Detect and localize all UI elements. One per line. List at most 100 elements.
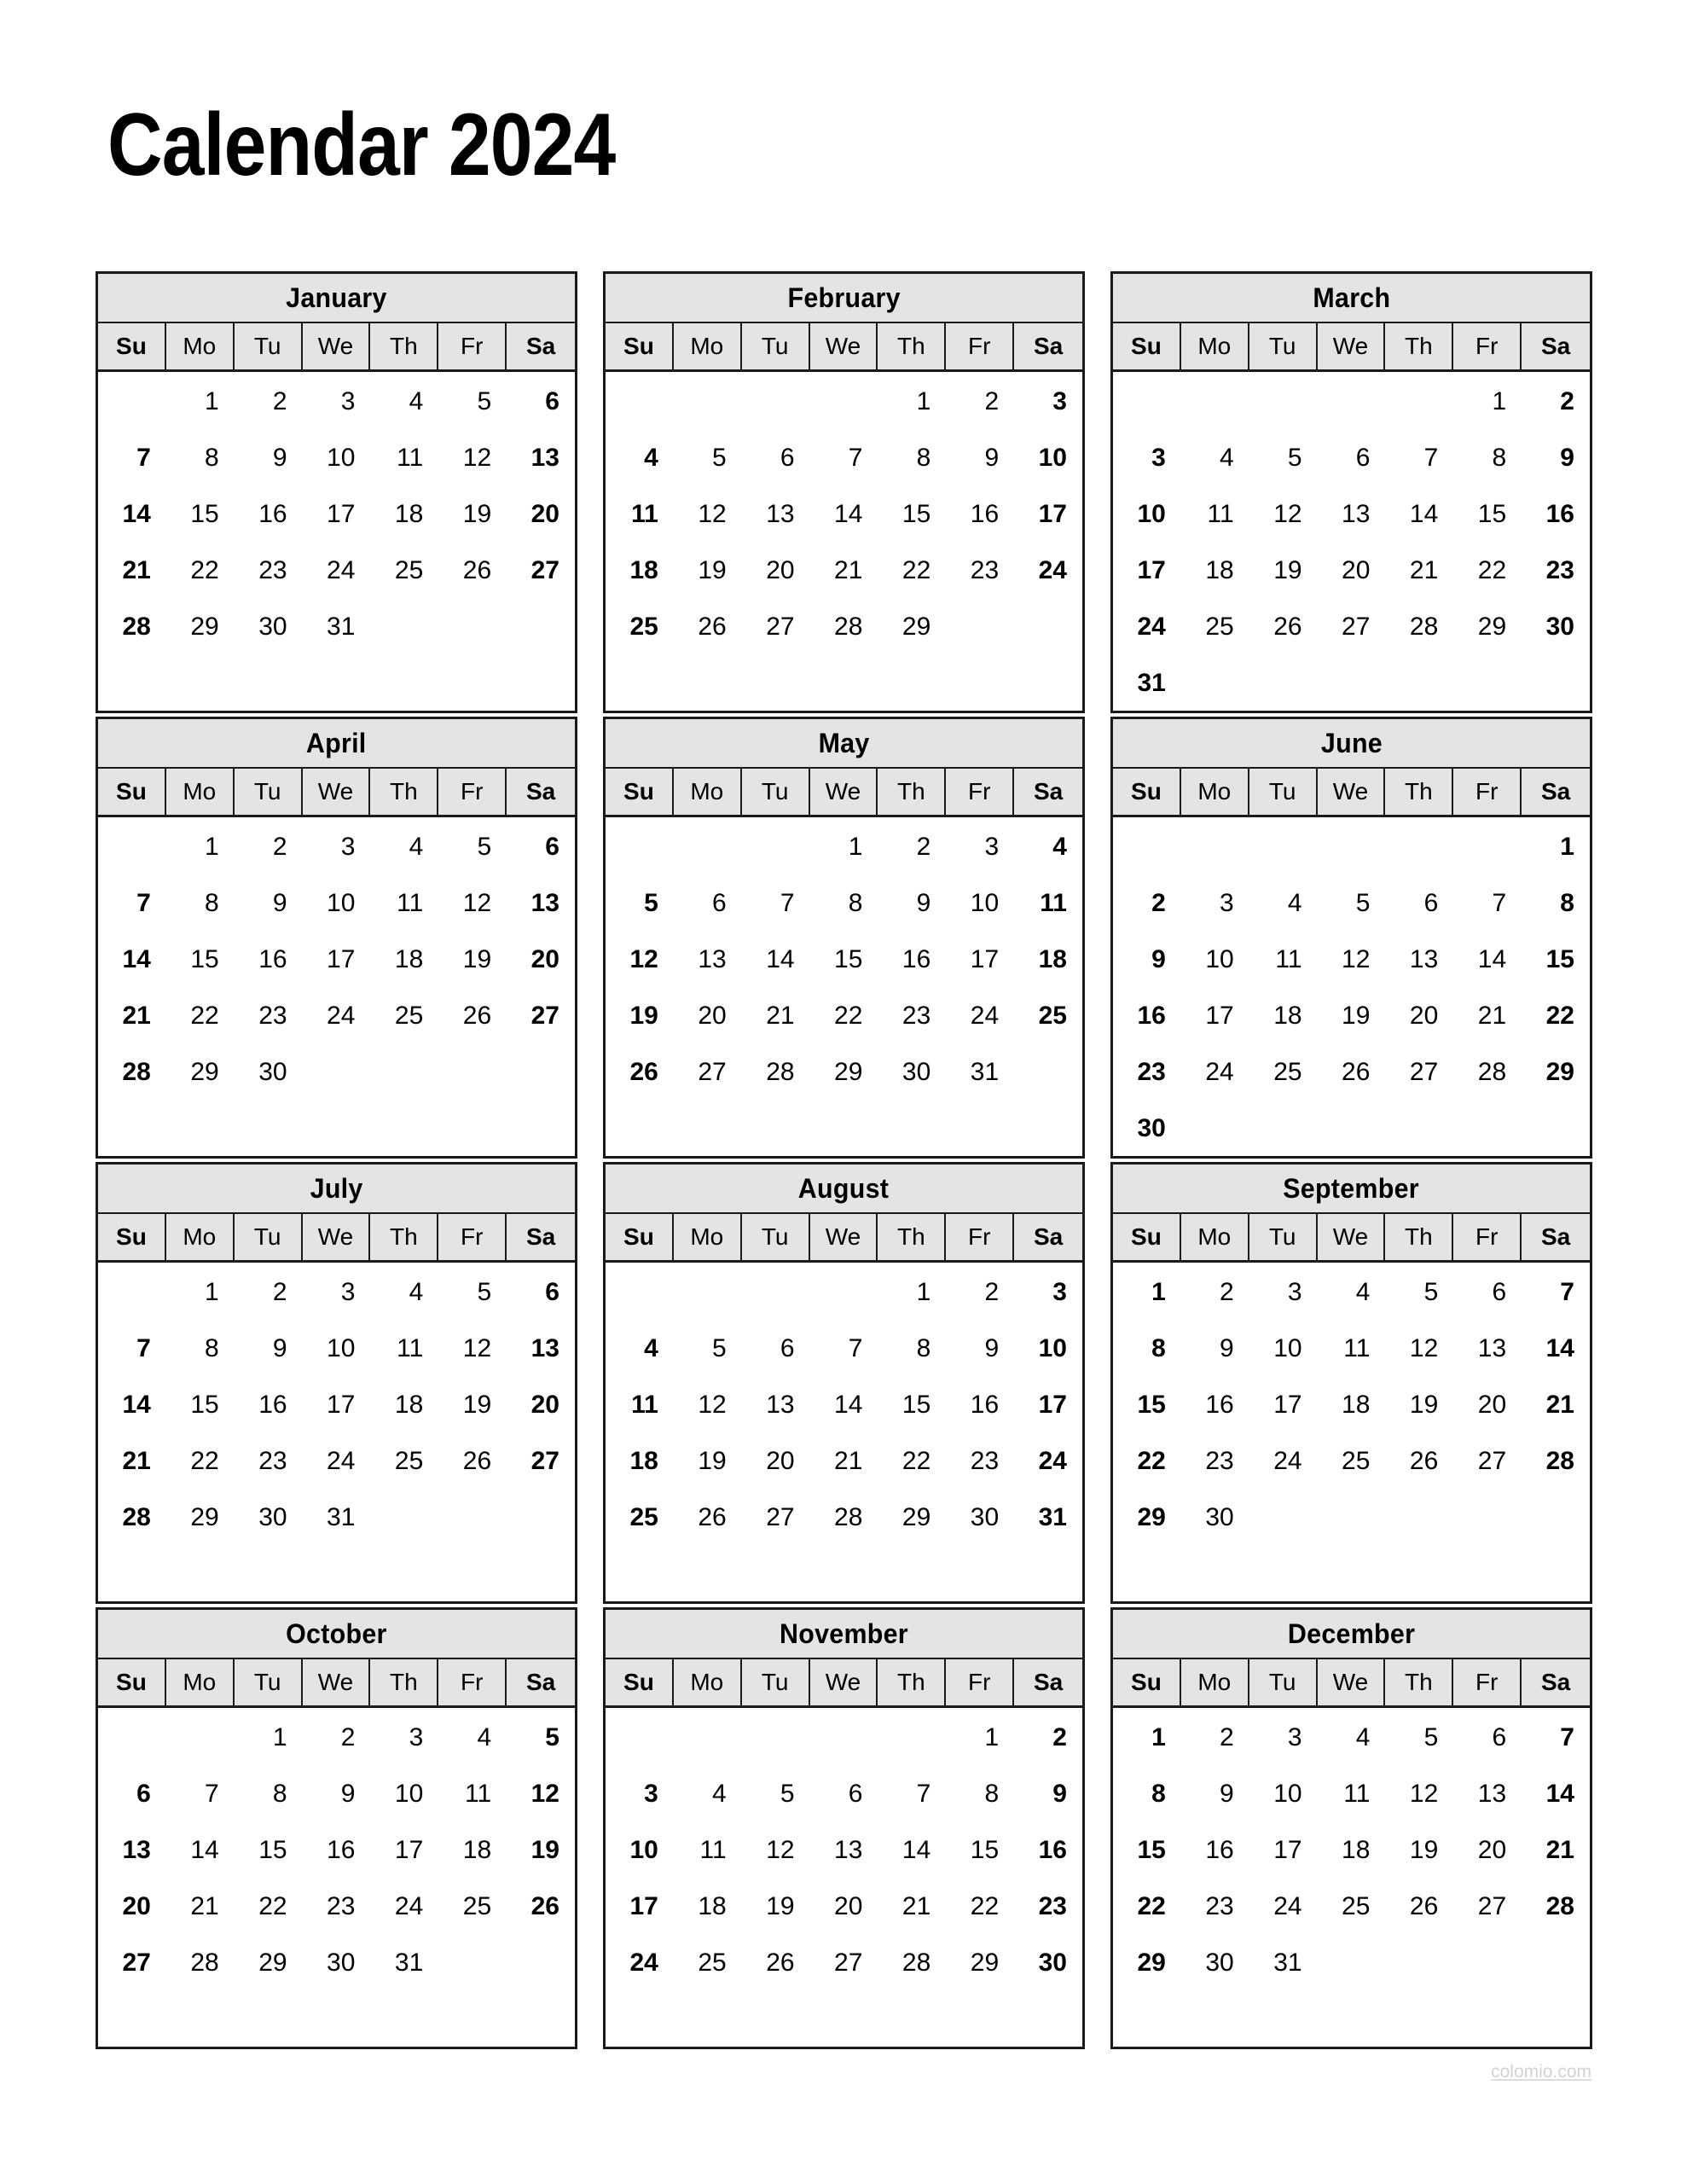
day-cell[interactable]: 3 <box>1014 374 1082 430</box>
day-cell[interactable]: 10 <box>370 1766 438 1822</box>
day-cell[interactable]: 28 <box>1522 1433 1590 1490</box>
day-cell[interactable]: 4 <box>674 1766 742 1822</box>
day-cell[interactable]: 27 <box>1385 1044 1453 1101</box>
day-cell[interactable]: 29 <box>166 1044 235 1101</box>
day-cell[interactable]: 2 <box>1181 1264 1249 1321</box>
day-cell[interactable]: 26 <box>1318 1044 1386 1101</box>
day-cell[interactable]: 16 <box>235 486 303 543</box>
day-cell[interactable]: 20 <box>1385 988 1453 1044</box>
day-cell[interactable]: 6 <box>98 1766 166 1822</box>
day-cell[interactable]: 26 <box>507 1879 575 1935</box>
day-cell[interactable]: 22 <box>878 543 946 599</box>
day-cell[interactable]: 13 <box>507 430 575 486</box>
day-cell[interactable]: 22 <box>166 988 235 1044</box>
day-cell[interactable]: 17 <box>370 1822 438 1879</box>
day-cell[interactable]: 30 <box>235 599 303 655</box>
day-cell[interactable]: 24 <box>946 988 1014 1044</box>
day-cell[interactable]: 8 <box>166 875 235 932</box>
day-cell[interactable]: 1 <box>878 374 946 430</box>
day-cell[interactable]: 23 <box>235 543 303 599</box>
day-cell[interactable]: 19 <box>674 1433 742 1490</box>
day-cell[interactable]: 9 <box>235 875 303 932</box>
day-cell[interactable]: 22 <box>946 1879 1014 1935</box>
day-cell[interactable]: 1 <box>1113 1264 1181 1321</box>
day-cell[interactable]: 24 <box>1181 1044 1249 1101</box>
day-cell[interactable]: 23 <box>1522 543 1590 599</box>
day-cell[interactable]: 25 <box>1249 1044 1318 1101</box>
day-cell[interactable]: 26 <box>674 1490 742 1546</box>
day-cell[interactable]: 2 <box>1181 1710 1249 1766</box>
day-cell[interactable]: 21 <box>1453 988 1522 1044</box>
day-cell[interactable]: 3 <box>1113 430 1181 486</box>
day-cell[interactable]: 3 <box>606 1766 674 1822</box>
day-cell[interactable]: 22 <box>1113 1433 1181 1490</box>
day-cell[interactable]: 14 <box>878 1822 946 1879</box>
day-cell[interactable]: 21 <box>1522 1377 1590 1433</box>
day-cell[interactable]: 28 <box>878 1935 946 1991</box>
day-cell[interactable]: 17 <box>1249 1822 1318 1879</box>
day-cell[interactable]: 27 <box>742 1490 810 1546</box>
day-cell[interactable]: 20 <box>1318 543 1386 599</box>
day-cell[interactable]: 24 <box>303 1433 371 1490</box>
day-cell[interactable]: 31 <box>946 1044 1014 1101</box>
day-cell[interactable]: 5 <box>674 430 742 486</box>
day-cell[interactable]: 22 <box>1113 1879 1181 1935</box>
day-cell[interactable]: 25 <box>674 1935 742 1991</box>
day-cell[interactable]: 23 <box>303 1879 371 1935</box>
day-cell[interactable]: 20 <box>507 1377 575 1433</box>
day-cell[interactable]: 27 <box>507 1433 575 1490</box>
day-cell[interactable]: 22 <box>235 1879 303 1935</box>
day-cell[interactable]: 10 <box>1113 486 1181 543</box>
day-cell[interactable]: 4 <box>438 1710 507 1766</box>
day-cell[interactable]: 4 <box>1249 875 1318 932</box>
day-cell[interactable]: 28 <box>1385 599 1453 655</box>
day-cell[interactable]: 22 <box>878 1433 946 1490</box>
day-cell[interactable]: 8 <box>166 1321 235 1377</box>
day-cell[interactable]: 9 <box>1014 1766 1082 1822</box>
day-cell[interactable]: 23 <box>878 988 946 1044</box>
day-cell[interactable]: 14 <box>810 486 878 543</box>
day-cell[interactable]: 17 <box>1249 1377 1318 1433</box>
day-cell[interactable]: 13 <box>742 486 810 543</box>
day-cell[interactable]: 11 <box>606 486 674 543</box>
day-cell[interactable]: 26 <box>438 988 507 1044</box>
day-cell[interactable]: 27 <box>810 1935 878 1991</box>
day-cell[interactable]: 20 <box>98 1879 166 1935</box>
day-cell[interactable]: 24 <box>370 1879 438 1935</box>
day-cell[interactable]: 13 <box>1318 486 1386 543</box>
day-cell[interactable]: 24 <box>303 543 371 599</box>
day-cell[interactable]: 27 <box>1318 599 1386 655</box>
day-cell[interactable]: 12 <box>438 875 507 932</box>
day-cell[interactable]: 31 <box>303 599 371 655</box>
day-cell[interactable]: 21 <box>1522 1822 1590 1879</box>
day-cell[interactable]: 16 <box>303 1822 371 1879</box>
day-cell[interactable]: 22 <box>1522 988 1590 1044</box>
day-cell[interactable]: 16 <box>235 932 303 988</box>
day-cell[interactable]: 20 <box>742 543 810 599</box>
site-watermark[interactable]: colomio.com <box>1491 2063 1591 2081</box>
day-cell[interactable]: 4 <box>606 430 674 486</box>
day-cell[interactable]: 10 <box>1181 932 1249 988</box>
day-cell[interactable]: 6 <box>1453 1710 1522 1766</box>
day-cell[interactable]: 8 <box>1113 1766 1181 1822</box>
day-cell[interactable]: 29 <box>1453 599 1522 655</box>
day-cell[interactable]: 31 <box>1113 655 1181 712</box>
day-cell[interactable]: 4 <box>1318 1264 1386 1321</box>
day-cell[interactable]: 28 <box>1453 1044 1522 1101</box>
day-cell[interactable]: 24 <box>1014 1433 1082 1490</box>
day-cell[interactable]: 4 <box>370 374 438 430</box>
day-cell[interactable]: 3 <box>946 819 1014 875</box>
day-cell[interactable]: 27 <box>507 988 575 1044</box>
day-cell[interactable]: 18 <box>674 1879 742 1935</box>
day-cell[interactable]: 18 <box>606 543 674 599</box>
day-cell[interactable]: 14 <box>98 1377 166 1433</box>
day-cell[interactable]: 29 <box>166 599 235 655</box>
day-cell[interactable]: 8 <box>878 430 946 486</box>
day-cell[interactable]: 31 <box>1249 1935 1318 1991</box>
day-cell[interactable]: 23 <box>1113 1044 1181 1101</box>
day-cell[interactable]: 24 <box>1249 1433 1318 1490</box>
day-cell[interactable]: 7 <box>1522 1264 1590 1321</box>
day-cell[interactable]: 2 <box>946 1264 1014 1321</box>
day-cell[interactable]: 11 <box>1249 932 1318 988</box>
day-cell[interactable]: 31 <box>370 1935 438 1991</box>
